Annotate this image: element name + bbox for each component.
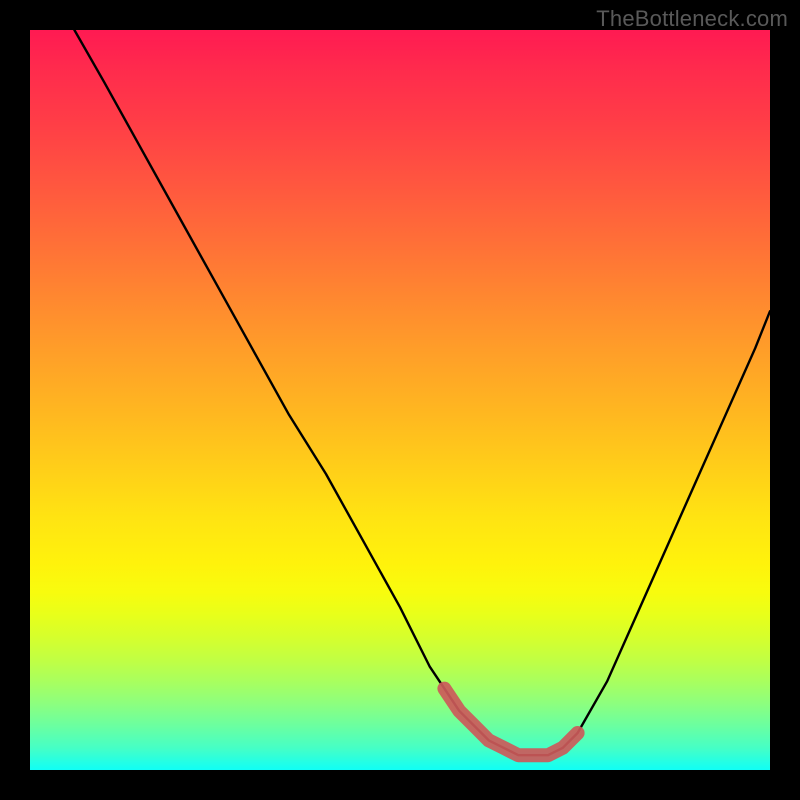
curve-svg [30,30,770,770]
bottleneck-curve [74,30,770,755]
optimal-range-highlight [444,689,577,756]
watermark-text: TheBottleneck.com [596,6,788,32]
chart-frame: TheBottleneck.com [0,0,800,800]
plot-area [30,30,770,770]
